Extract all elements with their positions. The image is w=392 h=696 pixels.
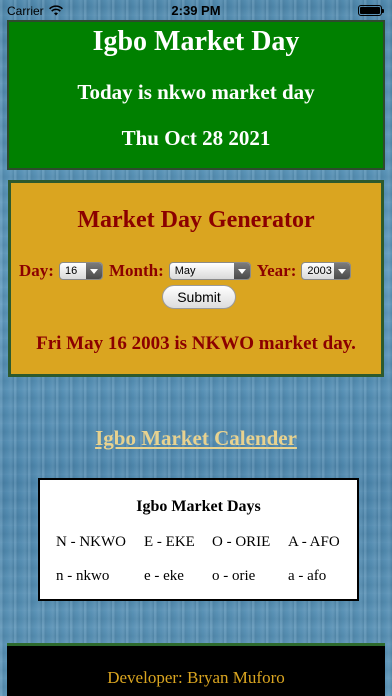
status-bar: Carrier 2:39 PM (0, 0, 392, 22)
legend-item: o - orie (212, 568, 256, 584)
developer-credit: Developer: Bryan Muforo (107, 668, 285, 687)
footer: Developer: Bryan Muforo (7, 643, 385, 696)
battery-icon (358, 5, 384, 16)
legend-title: Igbo Market Days (136, 498, 261, 515)
year-select-value: 2003 (307, 265, 332, 277)
month-label: Month: (108, 261, 164, 280)
chevron-down-icon (334, 263, 351, 279)
legend-item: n - nkwo (56, 568, 110, 584)
chevron-down-icon (85, 263, 102, 279)
chevron-down-icon (233, 263, 250, 279)
today-market-day: Today is nkwo market day (77, 80, 315, 104)
current-date: Thu Oct 28 2021 (121, 126, 271, 150)
legend-item: A - AFO (288, 534, 340, 550)
market-day-generator: Market Day Generator Day: 16 Month: May … (8, 180, 384, 377)
status-time: 2:39 PM (171, 3, 221, 18)
generator-title: Market Day Generator (77, 207, 315, 233)
legend-item: e - eke (144, 568, 184, 584)
year-label: Year: (256, 261, 297, 280)
day-select[interactable]: 16 (58, 262, 103, 280)
market-calendar-link[interactable]: Igbo Market Calender (0, 426, 392, 451)
month-select-value: May (174, 265, 196, 277)
app-title: Igbo Market Day (92, 26, 300, 57)
month-select[interactable]: May (168, 262, 251, 280)
header-panel: Igbo Market Day Today is nkwo market day… (7, 20, 385, 170)
market-days-legend: Igbo Market Days N - NKWO E - EKE O - OR… (38, 478, 359, 601)
date-controls: Day: 16 Month: May Year: 2003 (19, 260, 357, 282)
legend-row-lowercase: n - nkwo e - eke o - orie a - afo (40, 568, 357, 588)
legend-item: E - EKE (144, 534, 195, 550)
legend-item: a - afo (288, 568, 327, 584)
day-select-value: 16 (64, 265, 78, 277)
generator-result: Fri May 16 2003 is NKWO market day. (36, 333, 356, 354)
day-label: Day: (19, 261, 54, 280)
legend-row-uppercase: N - NKWO E - EKE O - ORIE A - AFO (40, 534, 357, 554)
year-select[interactable]: 2003 (301, 262, 352, 280)
legend-item: O - ORIE (212, 534, 271, 550)
submit-button[interactable]: Submit (162, 285, 236, 309)
legend-item: N - NKWO (56, 534, 126, 550)
